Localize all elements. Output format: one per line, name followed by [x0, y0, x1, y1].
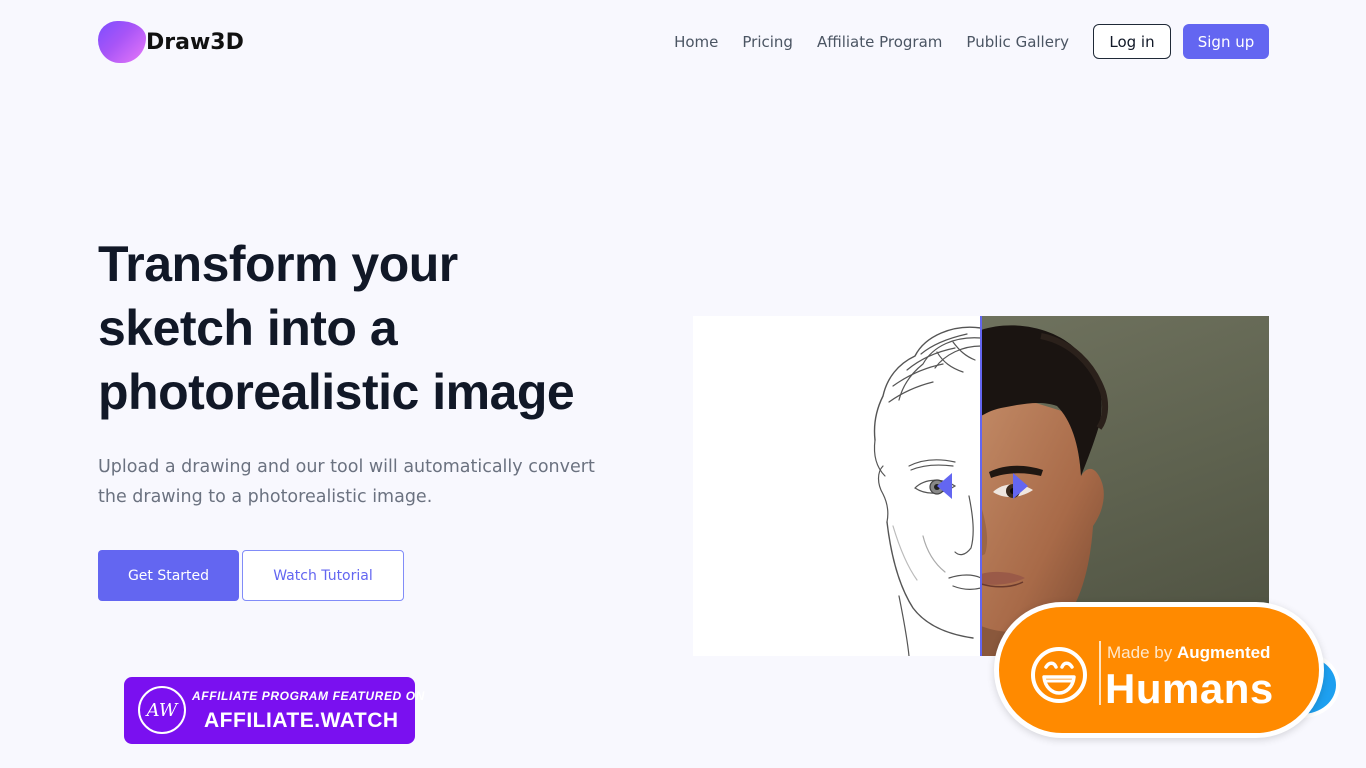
nav-affiliate-program[interactable]: Affiliate Program: [817, 33, 942, 51]
arrow-right-icon[interactable]: [1013, 473, 1028, 499]
blob-logo-icon: [98, 21, 146, 63]
made-by-prefix: Made by: [1107, 643, 1173, 662]
arrow-left-icon[interactable]: [937, 473, 952, 499]
hero-title-line-3: photorealistic image: [98, 364, 575, 420]
comparison-divider[interactable]: [980, 316, 982, 656]
get-started-button[interactable]: Get Started: [98, 550, 239, 601]
signup-button[interactable]: Sign up: [1183, 24, 1269, 59]
affiliate-badge-top-text: AFFILIATE PROGRAM FEATURED ON: [192, 689, 425, 703]
affiliate-badge-main-text: AFFILIATE.WATCH: [204, 709, 399, 732]
made-by-text: Made by Augmented: [1107, 643, 1270, 663]
main-nav: Home Pricing Affiliate Program Public Ga…: [674, 24, 1269, 59]
badge-divider: [1099, 641, 1101, 705]
nav-home[interactable]: Home: [674, 33, 718, 51]
made-by-augmented-humans-badge[interactable]: Made by Augmented Humans: [994, 602, 1324, 738]
brand-name: Draw3D: [146, 29, 244, 55]
nav-pricing[interactable]: Pricing: [742, 33, 793, 51]
aw-monogram-icon: AW: [138, 686, 186, 734]
hero-subtitle: Upload a drawing and our tool will autom…: [98, 457, 595, 507]
smiley-face-icon: [1031, 647, 1087, 703]
hero-title: Transform your sketch into a photorealis…: [98, 232, 638, 424]
site-header: Draw3D Home Pricing Affiliate Program Pu…: [0, 0, 1366, 84]
affiliate-watch-badge[interactable]: AW AFFILIATE PROGRAM FEATURED ON AFFILIA…: [124, 677, 424, 744]
watch-tutorial-button[interactable]: Watch Tutorial: [242, 550, 404, 601]
hero-title-line-2: sketch into a: [98, 300, 398, 356]
brand-logo[interactable]: Draw3D: [98, 21, 244, 63]
humans-text: Humans: [1105, 665, 1274, 712]
nav-public-gallery[interactable]: Public Gallery: [966, 33, 1069, 51]
login-button[interactable]: Log in: [1093, 24, 1171, 59]
hero-title-line-1: Transform your: [98, 236, 458, 292]
made-by-brand: Augmented: [1176, 643, 1271, 662]
